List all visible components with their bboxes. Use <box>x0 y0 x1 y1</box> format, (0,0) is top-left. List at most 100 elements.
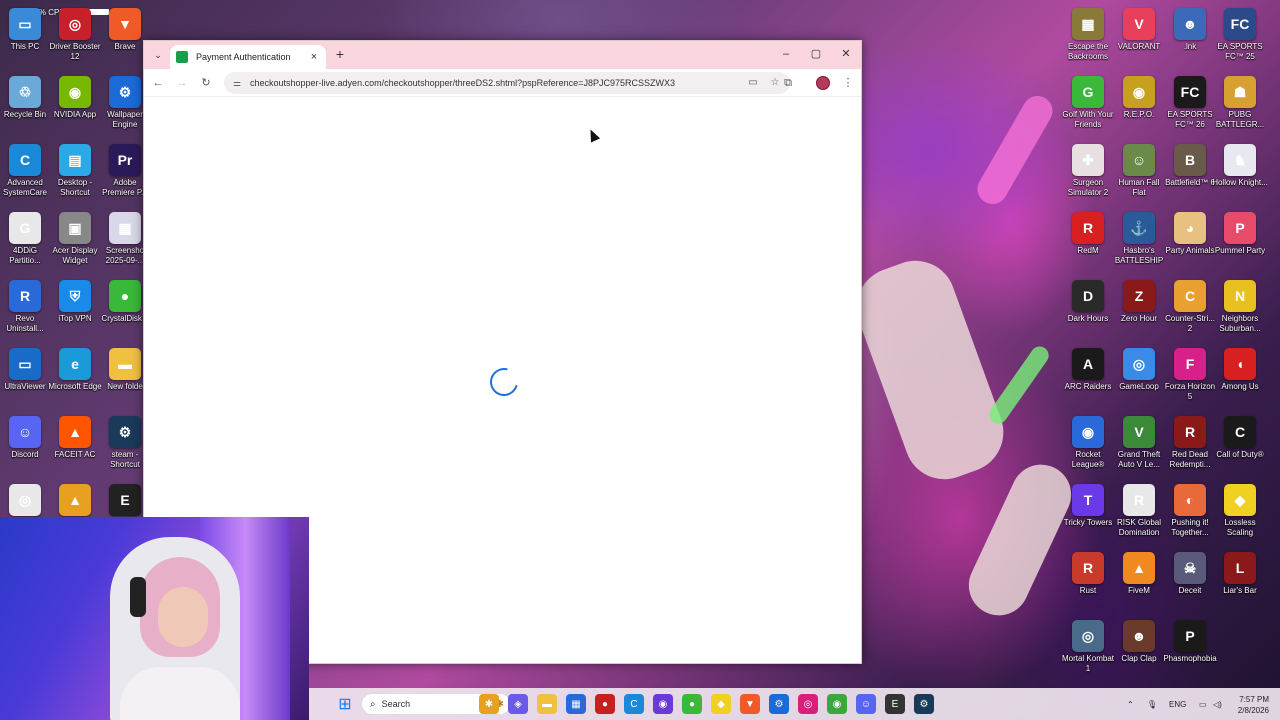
desktop-icon[interactable]: ◎ Driver Booster 12 <box>49 4 101 68</box>
desktop-icon[interactable]: C Advanced SystemCare <box>0 140 50 204</box>
zero-hour-icon: Z <box>1123 280 1155 312</box>
desktop-icon[interactable]: Z Zero Hour <box>1114 276 1164 340</box>
menu-kebab-icon[interactable]: ⋮ <box>840 75 856 91</box>
tab-close-icon[interactable]: × <box>308 51 320 63</box>
desktop-icon[interactable]: V Grand Theft Auto V Le... <box>1114 412 1164 476</box>
start-icon[interactable]: ⊞ <box>335 694 355 714</box>
site-info-icon[interactable]: ⚌ <box>230 76 244 90</box>
discord-taskbar-icon[interactable]: ☺ <box>856 694 876 714</box>
chrome-icon[interactable]: ◉ <box>827 694 847 714</box>
network-icon[interactable]: ▭ <box>1199 700 1207 709</box>
desktop-icon[interactable]: ◉ R.E.P.O. <box>1114 72 1164 136</box>
desktop-icon[interactable]: C Call of Duty® <box>1215 412 1265 476</box>
copilot-icon[interactable]: ◈ <box>508 694 528 714</box>
tab-search-button[interactable]: ⌄ <box>150 47 166 63</box>
desktop-icon[interactable]: ♲ Recycle Bin <box>0 72 50 136</box>
desktop-icon[interactable]: ◖ Among Us <box>1215 344 1265 408</box>
desktop-icon[interactable]: ▭ This PC <box>0 4 50 68</box>
desktop-icon[interactable]: ◉ Rocket League® <box>1063 412 1113 476</box>
desktop-icon[interactable]: G Golf With Your Friends <box>1062 72 1114 136</box>
maximize-button[interactable]: ▢ <box>802 45 830 63</box>
store-icon[interactable]: ▦ <box>566 694 586 714</box>
desktop-icon[interactable]: G 4DDiG Partitio... <box>0 208 50 272</box>
tray-chevron-icon[interactable]: ⌃ <box>1127 700 1134 709</box>
language-indicator[interactable]: ENG <box>1169 700 1186 709</box>
desktop-icon[interactable]: ◎ Mortal Kombat 1 <box>1062 616 1114 680</box>
desktop-icon[interactable]: ⛨ iTop VPN <box>50 276 100 340</box>
desktop-icon[interactable]: ⚓ Hasbro's BATTLESHIP <box>1114 208 1164 272</box>
desktop-icon[interactable]: R Rust <box>1063 548 1113 612</box>
desktop-icon[interactable]: ☠ Deceit <box>1165 548 1215 612</box>
desktop-icon[interactable]: ☗ PUBG BATTLEGR... <box>1215 72 1265 136</box>
url-text[interactable]: checkoutshopper-live.adyen.com/checkouts… <box>250 78 746 88</box>
desktop-icon[interactable]: ▦ Escape the Backrooms <box>1063 4 1113 68</box>
volume-icon[interactable]: ◁) <box>1213 700 1222 709</box>
epic-games-icon: E <box>109 484 141 516</box>
desktop-icon[interactable]: L Liar's Bar <box>1215 548 1265 612</box>
desktop-icon[interactable]: ▣ Acer Display Widget <box>50 208 100 272</box>
this-pc-icon: ▭ <box>9 8 41 40</box>
card-icon[interactable]: ▭ <box>746 76 760 90</box>
vpn-taskbar-icon[interactable]: ◉ <box>653 694 673 714</box>
desktop-icon[interactable]: R Revo Uninstall... <box>0 276 50 340</box>
steam-taskbar-icon[interactable]: ⚙ <box>914 694 934 714</box>
systemcare-taskbar-icon[interactable]: C <box>624 694 644 714</box>
desktop-icon[interactable]: ◕ Party Animals <box>1165 208 1215 272</box>
desktop-icon[interactable]: ◎ GameLoop <box>1114 344 1164 408</box>
desktop-icon[interactable]: ▲ FACEIT AC <box>50 412 100 476</box>
lossless-taskbar-icon[interactable]: ◆ <box>711 694 731 714</box>
epic-taskbar-icon[interactable]: E <box>885 694 905 714</box>
address-bar[interactable]: ⚌ checkoutshopper-live.adyen.com/checkou… <box>224 72 790 94</box>
desktop-icon[interactable]: ▭ UltraViewer <box>0 344 50 408</box>
reload-button[interactable]: ↻ <box>198 75 214 91</box>
desktop-icon[interactable]: ✚ Surgeon Simulator 2 <box>1063 140 1113 204</box>
wallpaper-engine-taskbar-icon[interactable]: ⚙ <box>769 694 789 714</box>
desktop-icon[interactable]: ▤ Desktop - Shortcut <box>50 140 100 204</box>
desktop-icon[interactable]: ☺ Human Fall Flat <box>1114 140 1164 204</box>
desktop-icon[interactable]: R Red Dead Redempti... <box>1165 412 1215 476</box>
crystaldisk-icon: ● <box>109 280 141 312</box>
desktop-icon[interactable]: FC EA SPORTS FC™ 26 <box>1165 72 1215 136</box>
desktop-icon[interactable]: T Tricky Towers <box>1063 480 1113 544</box>
instagram-icon[interactable]: ◎ <box>798 694 818 714</box>
desktop-icon[interactable]: C Counter-Stri... 2 <box>1165 276 1215 340</box>
widgets-icon[interactable]: ✱ <box>479 694 499 714</box>
close-window-button[interactable]: ✕ <box>832 45 860 63</box>
desktop-icon-label: RISK Global Domination <box>1116 518 1162 537</box>
file-explorer-icon[interactable]: ▬ <box>537 694 557 714</box>
desktop-icon[interactable]: P Phasmophobia <box>1163 616 1217 680</box>
desktop-icon[interactable]: FC EA SPORTS FC™ 25 <box>1215 4 1265 68</box>
desktop-icon[interactable]: P Pummel Party <box>1215 208 1265 272</box>
back-button[interactable]: ← <box>150 75 166 91</box>
desktop-icon[interactable]: ◐ Pushing it! Together... <box>1165 480 1215 544</box>
tab-payment-authentication[interactable]: Payment Authentication × <box>170 45 326 69</box>
desktop-icon[interactable]: e Microsoft Edge <box>48 344 102 408</box>
desktop-icon[interactable]: B Battlefield™ 6 <box>1165 140 1215 204</box>
desktop-icon[interactable]: ☻ .lnk <box>1165 4 1215 68</box>
extensions-icon[interactable]: ⧉ <box>780 75 796 91</box>
desktop-icon-label: Microsoft Edge <box>48 382 102 391</box>
desktop-icon[interactable]: F Forza Horizon 5 <box>1165 344 1215 408</box>
profile-avatar[interactable] <box>816 76 830 90</box>
desktop-icon[interactable]: ♞ Hollow Knight... <box>1212 140 1268 204</box>
microphone-icon[interactable]: 🎙 <box>1147 700 1157 709</box>
desktop-icon[interactable]: A ARC Raiders <box>1063 344 1113 408</box>
desktop-icon[interactable]: ☻ Clap Clap <box>1114 616 1164 680</box>
minimize-button[interactable]: – <box>772 45 800 63</box>
desktop-icon[interactable]: ◉ NVIDIA App <box>50 72 100 136</box>
clock[interactable]: 7:57 PM 2/8/2026 <box>1229 694 1269 716</box>
desktop-icon[interactable]: ◆ Lossless Scaling <box>1215 480 1265 544</box>
new-tab-button[interactable]: + <box>332 47 348 63</box>
desktop-icon[interactable]: ▲ FiveM <box>1114 548 1164 612</box>
desktop-icon[interactable]: V VALORANT <box>1114 4 1164 68</box>
record-icon[interactable]: ● <box>595 694 615 714</box>
crystaldisk-taskbar-icon[interactable]: ● <box>682 694 702 714</box>
desktop-icon[interactable]: N Neighbors Suburban... <box>1215 276 1265 340</box>
brave-taskbar-icon[interactable]: ▼ <box>740 694 760 714</box>
recycle-bin-icon: ♲ <box>9 76 41 108</box>
desktop-icon[interactable]: D Dark Hours <box>1063 276 1113 340</box>
desktop-icon[interactable]: ☺ Discord <box>0 412 50 476</box>
forward-button[interactable]: → <box>174 75 190 91</box>
desktop-icon[interactable]: R RISK Global Domination <box>1114 480 1164 544</box>
desktop-icon[interactable]: R RedM <box>1063 208 1113 272</box>
